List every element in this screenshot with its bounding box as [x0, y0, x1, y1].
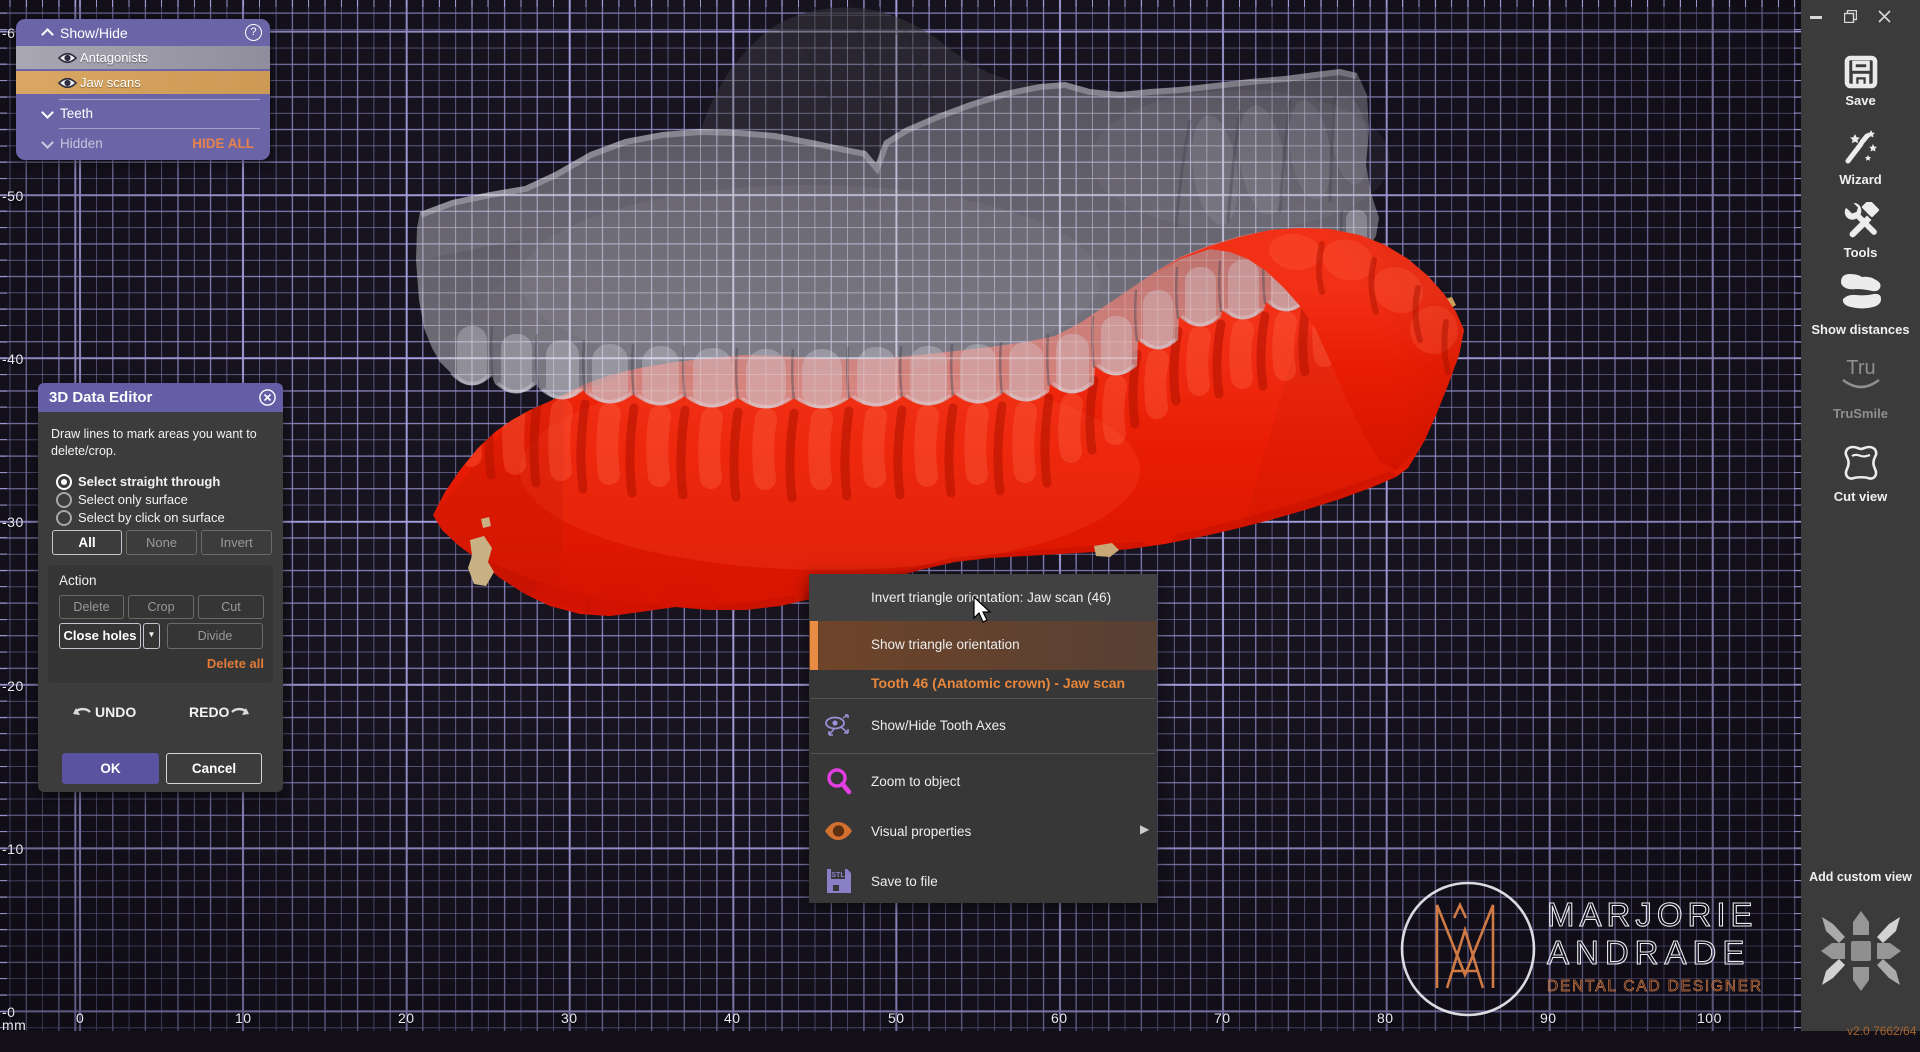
svg-text:Tru: Tru — [1846, 357, 1875, 379]
svg-text:MARJORIE: MARJORIE — [1547, 896, 1758, 933]
svg-text:DENTAL CAD DESIGNER: DENTAL CAD DESIGNER — [1547, 978, 1763, 995]
svg-text:ANDRADE: ANDRADE — [1547, 934, 1750, 971]
svg-text:STL: STL — [831, 872, 845, 879]
